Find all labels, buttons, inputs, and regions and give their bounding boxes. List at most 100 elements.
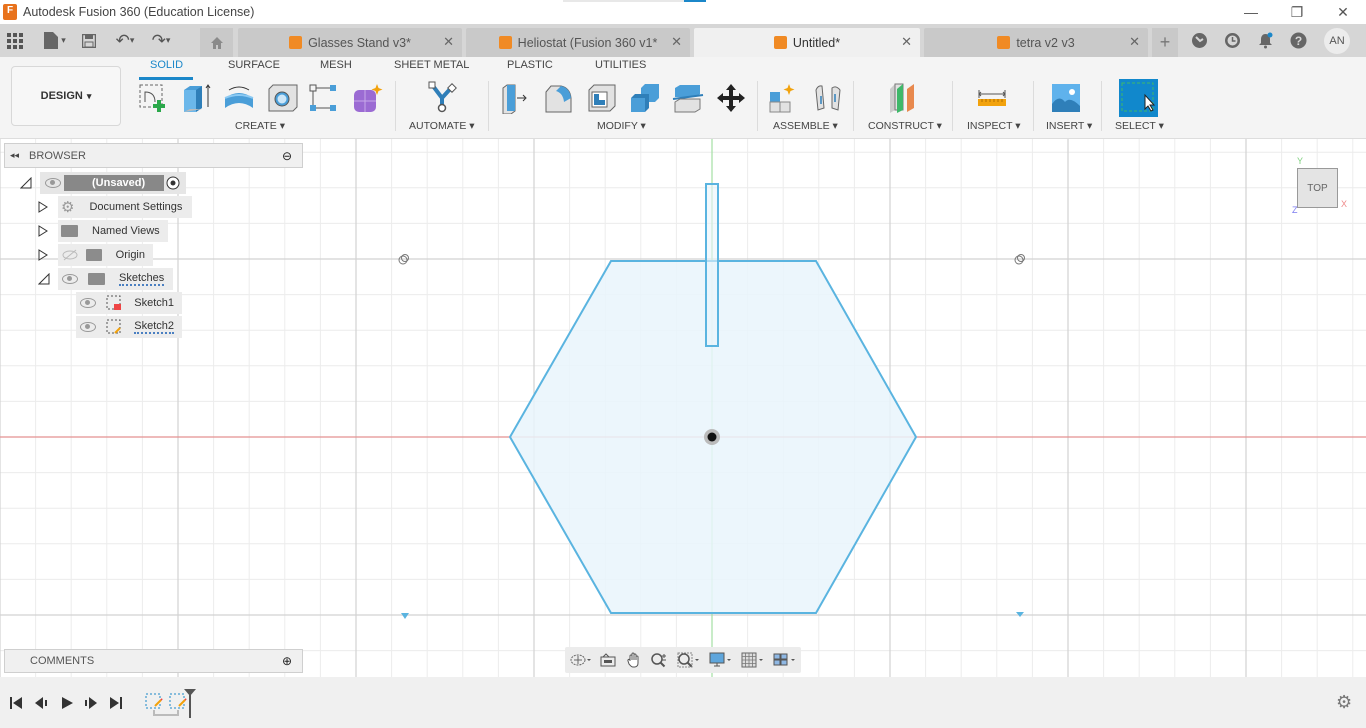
pan-button[interactable] bbox=[621, 649, 647, 671]
hole-button[interactable] bbox=[264, 79, 300, 117]
ribbon-tab-surface[interactable]: SURFACE bbox=[228, 59, 280, 71]
close-tab-icon[interactable]: ✕ bbox=[901, 34, 912, 50]
timeline-sketch1-feature[interactable] bbox=[144, 691, 164, 711]
expanded-triangle-icon[interactable] bbox=[38, 273, 50, 285]
collapsed-triangle-icon[interactable] bbox=[38, 201, 48, 213]
press-pull-button[interactable] bbox=[497, 79, 533, 117]
timeline-last-button[interactable] bbox=[109, 696, 123, 710]
job-status-clock-icon[interactable] bbox=[1222, 30, 1242, 50]
select-group-label[interactable]: SELECT ▾ bbox=[1115, 120, 1164, 132]
new-tab-button[interactable]: + bbox=[1152, 28, 1178, 57]
automate-group-label[interactable]: AUTOMATE ▾ bbox=[409, 120, 475, 132]
browser-panel-header[interactable]: ◂◂ BROWSER ⊖ bbox=[4, 143, 303, 168]
timeline-marker[interactable] bbox=[183, 688, 197, 720]
visibility-eye-icon[interactable] bbox=[45, 178, 61, 188]
minimize-button[interactable]: — bbox=[1228, 0, 1274, 24]
move-copy-button[interactable] bbox=[713, 79, 749, 117]
browser-root-item[interactable]: (Unsaved) bbox=[40, 172, 186, 194]
browser-item-origin[interactable]: Origin bbox=[58, 244, 153, 266]
fit-button[interactable] bbox=[673, 649, 705, 671]
close-button[interactable]: ✕ bbox=[1320, 0, 1366, 24]
display-settings-button[interactable] bbox=[705, 649, 737, 671]
browser-item-named-views[interactable]: Named Views bbox=[58, 220, 168, 242]
ribbon-tab-plastic[interactable]: PLASTIC bbox=[507, 59, 553, 71]
offset-plane-button[interactable] bbox=[885, 79, 921, 117]
timeline-play-button[interactable] bbox=[60, 696, 74, 710]
collapsed-triangle-icon[interactable] bbox=[38, 225, 48, 237]
visibility-eye-icon[interactable] bbox=[62, 274, 78, 284]
timeline-previous-button[interactable] bbox=[34, 696, 48, 710]
extrude-button[interactable] bbox=[178, 79, 214, 117]
ribbon-tab-solid[interactable]: SOLID bbox=[150, 59, 183, 71]
hidden-eye-icon[interactable] bbox=[61, 249, 78, 261]
insert-group-label[interactable]: INSERT ▾ bbox=[1046, 120, 1092, 132]
assemble-group-label[interactable]: ASSEMBLE ▾ bbox=[773, 120, 838, 132]
close-tab-icon[interactable]: ✕ bbox=[1129, 34, 1140, 50]
home-button[interactable] bbox=[200, 28, 233, 57]
viewcube-top[interactable]: TOP bbox=[1297, 168, 1338, 208]
undo-button[interactable]: ↶ ▾ bbox=[110, 30, 140, 52]
automate-button[interactable] bbox=[424, 79, 460, 117]
browser-item-sketch1[interactable]: Sketch1 bbox=[76, 292, 182, 314]
pattern-button[interactable] bbox=[305, 79, 341, 117]
create-form-button[interactable] bbox=[349, 79, 385, 117]
select-button[interactable] bbox=[1119, 79, 1158, 117]
ribbon-tab-utilities[interactable]: UTILITIES bbox=[595, 59, 646, 71]
construct-group-label[interactable]: CONSTRUCT ▾ bbox=[868, 120, 942, 132]
joint-button[interactable] bbox=[810, 79, 846, 117]
file-menu-button[interactable]: ▾ bbox=[40, 30, 70, 52]
revolve-button[interactable] bbox=[221, 79, 257, 117]
canvas-grid-svg[interactable] bbox=[0, 139, 1366, 677]
activate-component-radio-icon[interactable] bbox=[166, 176, 180, 190]
add-comment-icon[interactable]: ⊕ bbox=[282, 654, 292, 668]
look-at-button[interactable] bbox=[595, 649, 621, 671]
help-icon[interactable]: ? bbox=[1288, 30, 1308, 50]
insert-canvas-button[interactable] bbox=[1048, 79, 1084, 117]
save-button[interactable] bbox=[78, 30, 100, 52]
comments-panel-header[interactable]: COMMENTS ⊕ bbox=[4, 649, 303, 673]
ribbon-tab-mesh[interactable]: MESH bbox=[320, 59, 352, 71]
new-component-button[interactable] bbox=[765, 79, 801, 117]
tab-glasses-stand[interactable]: Glasses Stand v3* ✕ bbox=[238, 28, 462, 57]
browser-minimize-icon[interactable]: ⊖ bbox=[282, 149, 292, 163]
viewports-button[interactable] bbox=[769, 649, 801, 671]
combine-button[interactable] bbox=[627, 79, 663, 117]
collapsed-triangle-icon[interactable] bbox=[38, 249, 48, 261]
orbit-button[interactable] bbox=[565, 649, 595, 671]
timeline-next-button[interactable] bbox=[84, 696, 98, 710]
browser-item-sketch2[interactable]: Sketch2 bbox=[76, 316, 182, 338]
extensions-icon[interactable] bbox=[1189, 30, 1209, 50]
close-tab-icon[interactable]: ✕ bbox=[443, 34, 454, 50]
grid-snaps-button[interactable] bbox=[737, 649, 769, 671]
design-canvas[interactable] bbox=[0, 139, 1366, 677]
visibility-eye-icon[interactable] bbox=[80, 298, 96, 308]
notifications-bell-icon[interactable] bbox=[1255, 30, 1275, 50]
modify-group-label[interactable]: MODIFY ▾ bbox=[597, 120, 646, 132]
browser-item-document-settings[interactable]: ⚙ Document Settings bbox=[58, 196, 192, 218]
zoom-button[interactable] bbox=[647, 649, 673, 671]
split-body-button[interactable] bbox=[670, 79, 706, 117]
inspect-group-label[interactable]: INSPECT ▾ bbox=[967, 120, 1021, 132]
visibility-eye-icon[interactable] bbox=[80, 322, 96, 332]
collapse-panel-icon[interactable]: ◂◂ bbox=[10, 150, 19, 161]
tab-untitled[interactable]: Untitled* ✕ bbox=[694, 28, 920, 57]
rectangle-sketch-profile[interactable] bbox=[705, 183, 719, 347]
timeline-settings-gear-icon[interactable]: ⚙ bbox=[1336, 692, 1352, 713]
browser-item-sketches[interactable]: Sketches bbox=[58, 268, 173, 290]
shell-button[interactable] bbox=[584, 79, 620, 117]
expanded-triangle-icon[interactable] bbox=[20, 177, 32, 189]
create-sketch-button[interactable] bbox=[135, 79, 171, 117]
tab-tetra[interactable]: tetra v2 v3 ✕ bbox=[924, 28, 1148, 57]
fillet-button[interactable] bbox=[540, 79, 576, 117]
workspace-switcher[interactable]: DESIGN ▾ bbox=[11, 66, 121, 126]
ribbon-tab-sheet-metal[interactable]: SHEET METAL bbox=[394, 59, 469, 71]
create-group-label[interactable]: CREATE ▾ bbox=[235, 120, 285, 132]
measure-button[interactable] bbox=[974, 79, 1010, 117]
close-tab-icon[interactable]: ✕ bbox=[671, 34, 682, 50]
origin-point[interactable] bbox=[707, 432, 717, 442]
timeline-first-button[interactable] bbox=[9, 696, 23, 710]
restore-button[interactable]: ❐ bbox=[1274, 0, 1320, 24]
tab-heliostat[interactable]: Heliostat (Fusion 360 v1* ✕ bbox=[466, 28, 690, 57]
redo-button[interactable]: ↷ ▾ bbox=[146, 30, 176, 52]
user-avatar[interactable]: AN bbox=[1324, 28, 1350, 54]
